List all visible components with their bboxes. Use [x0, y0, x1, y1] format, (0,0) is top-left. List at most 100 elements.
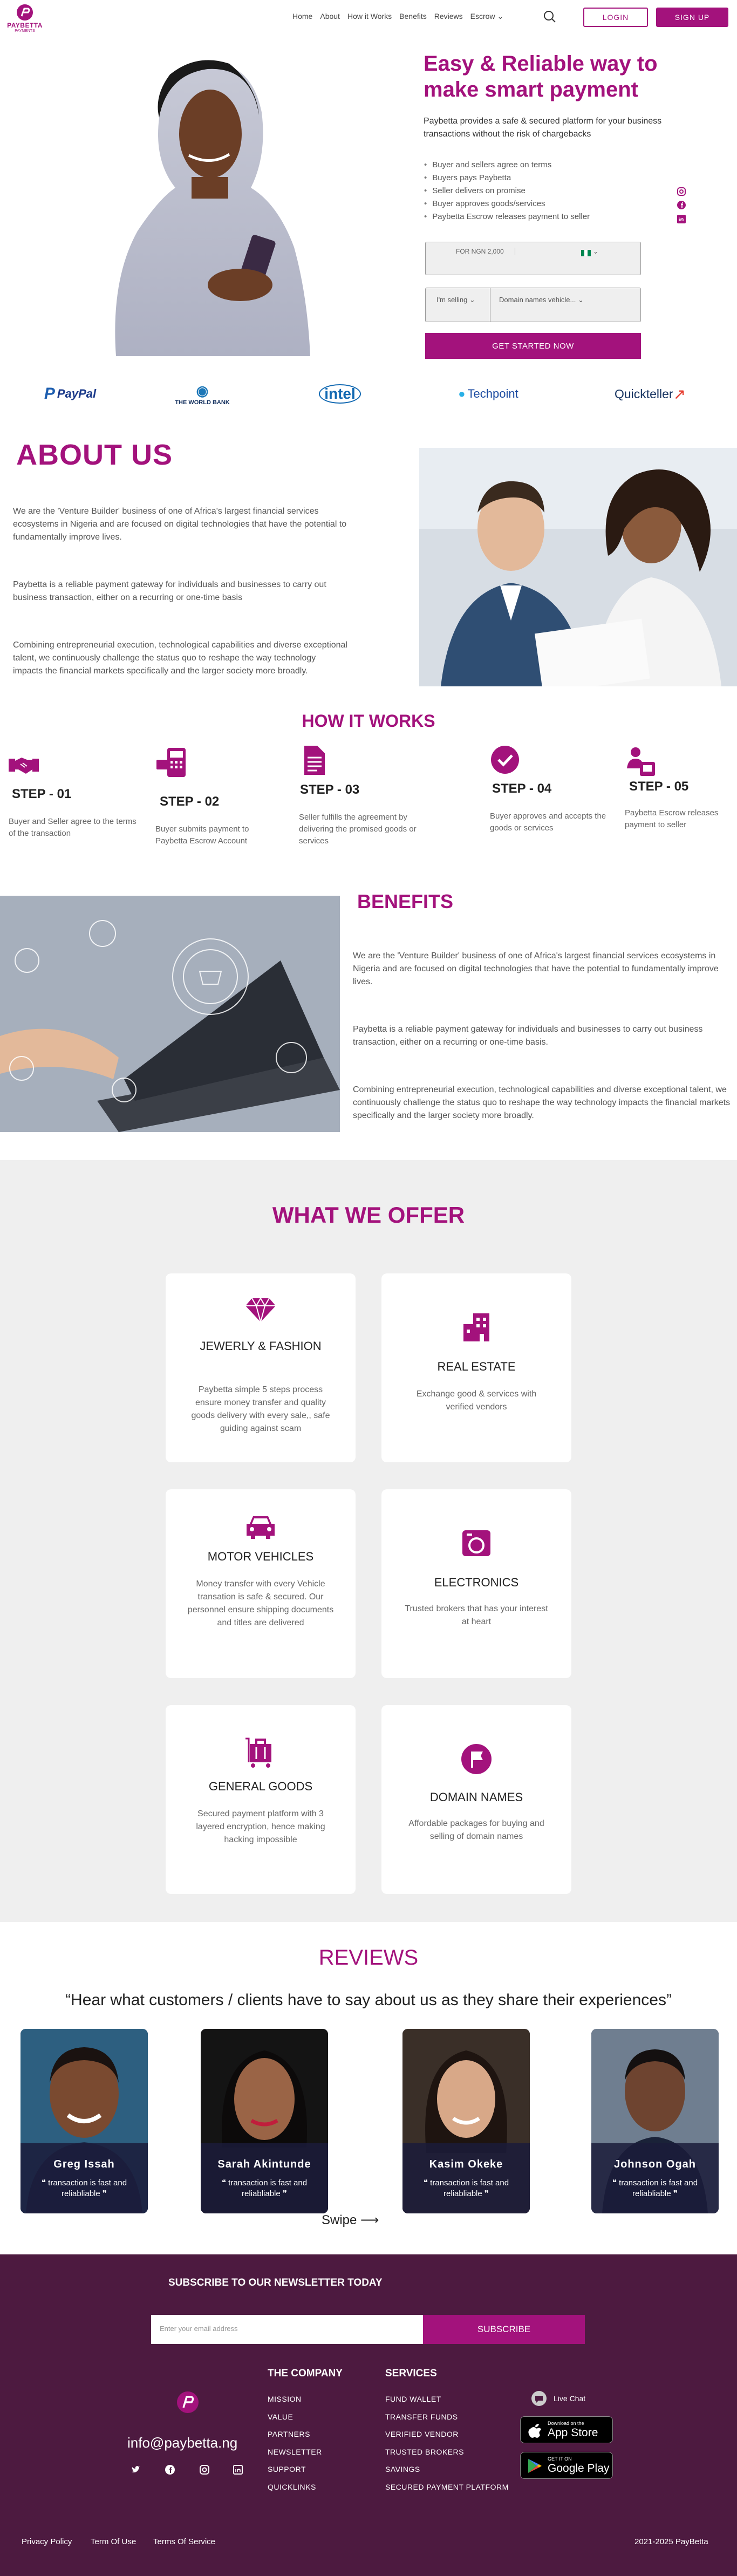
step-title: STEP - 05 — [629, 779, 689, 794]
newsletter-email-input[interactable]: Enter your email address — [151, 2315, 423, 2344]
luggage-icon — [245, 1737, 271, 1768]
partner-name: Quickteller — [614, 386, 673, 401]
about-paragraph: Paybetta is a reliable payment gateway f… — [13, 580, 326, 602]
diamond-icon — [245, 1297, 276, 1323]
offer-card-real-estate[interactable]: REAL ESTATE Exchange good & services wit… — [381, 1273, 571, 1462]
hero-woman-image — [115, 60, 311, 356]
instagram-icon[interactable] — [677, 187, 686, 196]
category-select[interactable]: Domain names vehicle... ⌄ — [499, 296, 584, 304]
terms-of-service-link[interactable]: Terms Of Service — [153, 2537, 215, 2546]
step-title: STEP - 03 — [300, 782, 360, 797]
arrow-right-icon: ⟶ — [360, 2213, 379, 2227]
review-card[interactable]: Sarah Akintunde ❝ transaction is fast an… — [201, 2029, 328, 2213]
footer-link-fund-wallet[interactable]: FUND WALLET — [385, 2390, 509, 2408]
amount-field[interactable]: FOR NGN 2,000 ⌄ — [425, 242, 641, 275]
review-card[interactable]: Greg Issah ❝ transaction is fast and rel… — [21, 2029, 148, 2213]
offer-card-general-goods[interactable]: GENERAL GOODS Secured payment platform w… — [166, 1705, 356, 1894]
live-chat-button[interactable]: Live Chat — [531, 2390, 585, 2407]
payment-terminal-icon — [156, 748, 186, 777]
card-description: Paybetta simple 5 steps process ensure m… — [191, 1385, 330, 1433]
get-started-button[interactable]: GET STARTED NOW — [425, 333, 641, 359]
review-text: ❝ transaction is fast and reliabliable ❞ — [221, 2178, 308, 2198]
card-description: Money transfer with every Vehicle transa… — [187, 1579, 334, 1627]
footer-link-partners[interactable]: PARTNERS — [268, 2425, 322, 2443]
partner-paypal: P PayPal — [32, 378, 108, 410]
footer-link-value[interactable]: VALUE — [268, 2408, 322, 2426]
terms-of-use-link[interactable]: Term Of Use — [91, 2537, 136, 2546]
footer-link-newsletter[interactable]: NEWSLETTER — [268, 2443, 322, 2461]
search-icon[interactable] — [543, 10, 557, 24]
list-item: Seller delivers on promise — [424, 185, 590, 197]
services-heading: SERVICES — [385, 2368, 437, 2379]
footer-link-savings[interactable]: SAVINGS — [385, 2461, 509, 2478]
logo[interactable]: PAYBETTA PAYMENTS — [4, 3, 45, 36]
chevron-down-icon[interactable]: ⌄ — [593, 248, 598, 255]
review-card[interactable]: Kasim Okeke ❝ transaction is fast and re… — [402, 2029, 530, 2213]
check-circle-icon — [491, 746, 519, 774]
linkedin-icon[interactable] — [233, 2465, 243, 2475]
twitter-icon[interactable] — [131, 2465, 140, 2475]
subscribe-button[interactable]: SUBSCRIBE — [423, 2315, 585, 2344]
privacy-policy-link[interactable]: Privacy Policy — [22, 2537, 72, 2546]
amount-input[interactable]: FOR NGN 2,000 — [456, 248, 515, 255]
benefits-laptop-image — [0, 896, 340, 1132]
footer-link-trusted-brokers[interactable]: TRUSTED BROKERS — [385, 2443, 509, 2461]
nav-about[interactable]: About — [320, 12, 340, 21]
chevron-down-icon: ⌄ — [577, 296, 584, 304]
company-heading: THE COMPANY — [268, 2368, 343, 2379]
card-title: ELECTRONICS — [434, 1576, 519, 1589]
list-item: Paybetta Escrow releases payment to sell… — [424, 210, 590, 223]
appstore-small-text: Download on the — [548, 2421, 584, 2426]
app-store-badge[interactable]: Download on the App Store — [520, 2416, 613, 2443]
nav-reviews[interactable]: Reviews — [434, 12, 463, 21]
logo-mark-icon — [17, 4, 33, 21]
review-card[interactable]: Johnson Ogah ❝ transaction is fast and r… — [591, 2029, 719, 2213]
list-item: Buyer approves goods/services — [424, 197, 590, 210]
nav-benefits[interactable]: Benefits — [399, 12, 427, 21]
nav-how-it-works[interactable]: How it Works — [347, 12, 392, 21]
footer-link-support[interactable]: SUPPORT — [268, 2461, 322, 2478]
swipe-control[interactable]: Swipe ⟶ — [322, 2212, 379, 2228]
car-icon — [247, 1516, 275, 1539]
logo-subtext: PAYMENTS — [15, 29, 35, 33]
step-title: STEP - 04 — [492, 781, 552, 796]
step-title: STEP - 02 — [160, 794, 220, 809]
nav-escrow[interactable]: Escrow ⌄ — [470, 12, 504, 21]
offer-card-motor-vehicles[interactable]: MOTOR VEHICLES Money transfer with every… — [166, 1489, 356, 1678]
facebook-icon[interactable] — [677, 201, 686, 209]
nav-escrow-label: Escrow — [470, 12, 495, 21]
techpoint-icon: ● — [458, 387, 466, 400]
offer-card-domain-names[interactable]: DOMAIN NAMES Affordable packages for buy… — [381, 1705, 571, 1894]
nav-home[interactable]: Home — [292, 12, 312, 21]
step-description: Paybetta Escrow releases payment to sell… — [625, 808, 719, 829]
footer-link-secured-payment[interactable]: SECURED PAYMENT PLATFORM — [385, 2478, 509, 2496]
nigeria-flag-icon[interactable] — [581, 250, 591, 256]
review-text: ❝ transaction is fast and reliabliable ❞ — [423, 2178, 509, 2198]
google-play-badge[interactable]: GET IT ON Google Play — [520, 2452, 613, 2479]
instagram-icon[interactable] — [200, 2465, 209, 2475]
offer-card-jewelry[interactable]: JEWERLY & FASHION Paybetta simple 5 step… — [166, 1273, 356, 1462]
footer-logo-icon[interactable] — [175, 2389, 201, 2415]
partner-name: intel — [319, 384, 361, 404]
footer-email[interactable]: info@paybetta.ng — [127, 2435, 237, 2451]
signup-button[interactable]: SIGN UP — [656, 8, 728, 27]
partner-quickteller: Quickteller ↗ — [604, 378, 696, 410]
role-select[interactable]: I'm selling ⌄ — [426, 288, 490, 322]
facebook-icon[interactable] — [165, 2465, 175, 2475]
category-select-value: Domain names vehicle... — [499, 296, 576, 304]
step-description: Buyer submits payment to Paybetta Escrow… — [155, 824, 249, 846]
offer-card-electronics[interactable]: ELECTRONICS Trusted brokers that has you… — [381, 1489, 571, 1678]
card-title: GENERAL GOODS — [208, 1780, 313, 1793]
google-play-icon — [528, 2459, 542, 2473]
role-select-value: I'm selling — [436, 296, 468, 304]
footer-link-verified-vendor[interactable]: VERIFIED VENDOR — [385, 2425, 509, 2443]
step-title: STEP - 01 — [12, 787, 72, 801]
footer-link-quicklinks[interactable]: QUICKLINKS — [268, 2478, 322, 2496]
login-button[interactable]: LOGIN — [583, 8, 648, 27]
footer-link-transfer-funds[interactable]: TRANSFER FUNDS — [385, 2408, 509, 2426]
globe-icon: ◉ — [196, 382, 209, 399]
linkedin-icon[interactable] — [677, 215, 686, 223]
chevron-down-icon: ⌄ — [469, 296, 475, 304]
footer-link-mission[interactable]: MISSION — [268, 2390, 322, 2408]
appstore-big-text: App Store — [548, 2427, 598, 2439]
